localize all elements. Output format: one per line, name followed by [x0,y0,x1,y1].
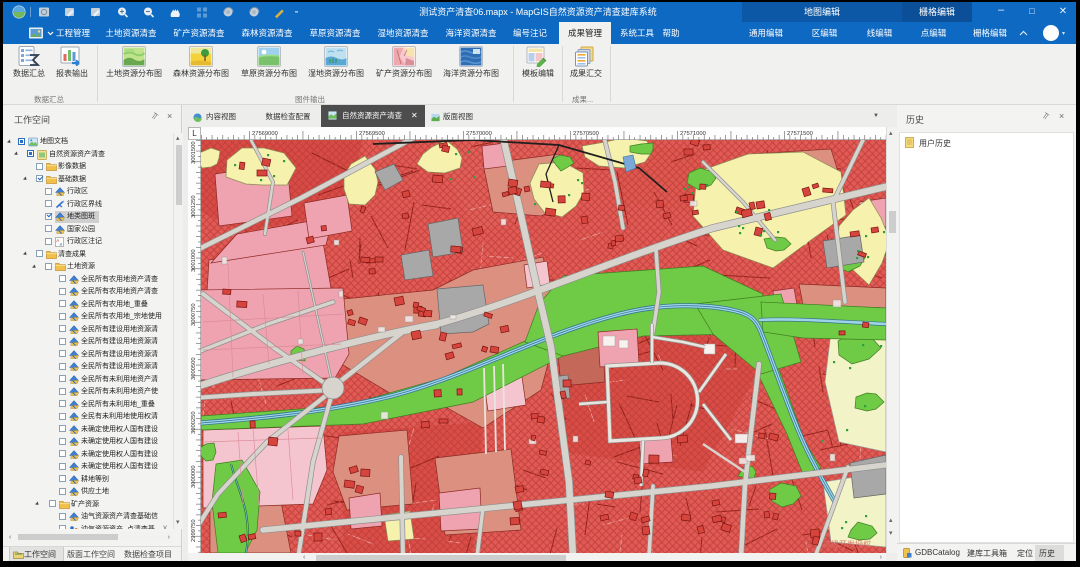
svg-text:27569000: 27569000 [252,131,278,137]
svg-text:27570000: 27570000 [466,131,492,137]
svg-text:3000500: 3000500 [191,357,197,380]
svg-text:3000750: 3000750 [191,303,197,326]
svg-text:3001250: 3001250 [191,195,197,218]
svg-text:高级开发授权: 高级开发授权 [823,539,871,549]
svg-text:3000250: 3000250 [191,411,197,434]
svg-text:27569500: 27569500 [359,131,385,137]
svg-text:3001000: 3001000 [191,249,197,272]
svg-text:27570500: 27570500 [573,131,599,137]
svg-text:27571000: 27571000 [680,131,706,137]
svg-text:3000000: 3000000 [191,465,197,488]
svg-text:2999750: 2999750 [191,519,197,542]
svg-text:3001500: 3001500 [191,141,197,164]
svg-text:27571500: 27571500 [787,131,813,137]
